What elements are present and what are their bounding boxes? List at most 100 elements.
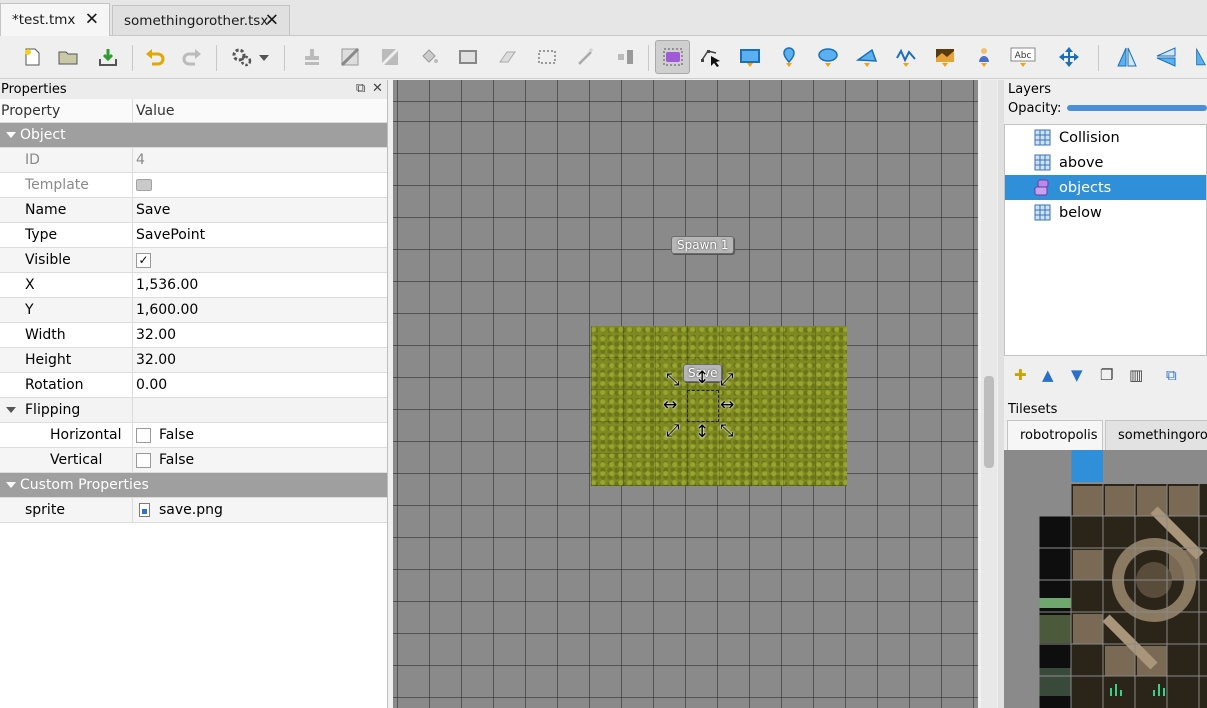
resize-handle-right-icon[interactable]: ↔ [720,397,734,414]
name-value[interactable]: Save [133,198,387,222]
delete-layer-icon[interactable]: ▥ [1129,366,1143,384]
raise-layer-icon[interactable]: ▲ [1042,366,1054,384]
layer-item-collision[interactable]: Collision [1005,125,1206,150]
layer-name: objects [1059,179,1112,196]
resize-handle-top-icon[interactable]: ↕ [695,370,709,387]
open-file-button[interactable] [52,41,84,73]
eraser-button[interactable] [491,41,523,73]
magic-wand-button[interactable] [570,41,602,73]
select-objects-button[interactable] [655,40,690,74]
visible-checkbox[interactable]: ✓ [136,252,151,268]
column-header-value[interactable]: Value [133,99,174,122]
insert-point-button[interactable] [773,41,805,73]
property-row-x[interactable]: X 1,536.00 [0,273,387,298]
tileset-tab-robotropolis[interactable]: robotropolis [1007,420,1103,450]
show-other-objects-icon[interactable]: ⧉ [1166,366,1177,384]
width-value[interactable]: 32.00 [133,323,387,347]
flip-vertical-button[interactable] [1150,41,1182,73]
opacity-slider[interactable] [1067,105,1207,111]
shape-fill-button[interactable] [452,41,484,73]
terrain-brush-button[interactable] [334,41,366,73]
property-row-horizontal[interactable]: Horizontal False [0,423,387,448]
resize-handle-bottom-right-icon[interactable]: ⤡ [720,423,734,440]
duplicate-layer-icon[interactable]: ❐ [1100,366,1113,384]
layer-item-above[interactable]: above [1005,150,1206,175]
resize-handle-left-icon[interactable]: ↔ [663,397,677,414]
rect-select-button[interactable] [531,41,563,73]
stamp-brush-button[interactable] [296,41,328,73]
sprite-value[interactable]: save.png [159,502,223,518]
horizontal-checkbox[interactable] [136,427,151,443]
column-header-property[interactable]: Property [0,99,133,122]
property-row-name[interactable]: Name Save [0,198,387,223]
property-row-id[interactable]: ID 4 [0,148,387,173]
collapse-arrow-icon[interactable] [6,407,16,413]
insert-polygon-button[interactable] [851,41,883,73]
close-icon[interactable]: ✕ [85,11,99,29]
resize-handle-bottom-icon[interactable]: ↕ [695,424,709,441]
lower-layer-icon[interactable]: ▼ [1071,366,1083,384]
save-button[interactable] [92,41,124,73]
canvas-vertical-scrollbar[interactable] [981,80,997,708]
edit-polygon-icon [701,50,720,67]
insert-polygon-icon [856,48,878,67]
object-layer-icon [1034,179,1049,196]
type-value[interactable]: SavePoint [133,223,387,247]
insert-ellipse-button[interactable] [812,41,844,73]
layer-item-objects[interactable]: objects [1005,175,1206,200]
insert-template-button[interactable] [968,41,1000,73]
collapse-arrow-icon[interactable] [6,482,16,488]
commands-dropdown[interactable] [253,41,275,73]
y-value[interactable]: 1,600.00 [133,298,387,322]
new-layer-icon[interactable]: ✚ [1014,366,1027,384]
property-row-template[interactable]: Template [0,173,387,198]
undo-button[interactable] [139,41,171,73]
undock-icon[interactable]: ⧉ [356,81,365,96]
property-row-rotation[interactable]: Rotation 0.00 [0,373,387,398]
spawn-object-label[interactable]: Spawn 1 [671,236,735,254]
rotate-button[interactable] [1188,41,1207,73]
group-flipping[interactable]: Flipping [0,398,387,423]
insert-rectangle-button[interactable] [734,41,766,73]
group-custom-properties[interactable]: Custom Properties [0,473,387,498]
tab-somethingorother-tsx[interactable]: somethingorother.tsx ✕ [112,5,290,35]
map-canvas[interactable]: Spawn 1 Save ⤡ ↕ ⤢ ↔ ↔ ⤢ ↕ ⤡ [393,80,978,708]
insert-tile-button[interactable] [929,41,961,73]
document-tab-bar: *test.tmx ✕ somethingorother.tsx ✕ [0,0,1207,36]
tab-test-tmx[interactable]: *test.tmx ✕ [0,3,110,36]
property-row-width[interactable]: Width 32.00 [0,323,387,348]
rotation-value[interactable]: 0.00 [133,373,387,397]
resize-handle-top-right-icon[interactable]: ⤢ [720,372,734,389]
property-row-sprite[interactable]: sprite save.png [0,498,387,523]
select-same-tile-button[interactable] [609,41,641,73]
collapse-arrow-icon[interactable] [6,132,16,138]
property-row-type[interactable]: Type SavePoint [0,223,387,248]
close-icon[interactable]: ✕ [372,81,383,96]
property-row-y[interactable]: Y 1,600.00 [0,298,387,323]
flip-horizontal-button[interactable] [1111,41,1143,73]
x-value[interactable]: 1,536.00 [133,273,387,297]
insert-polyline-button[interactable] [890,41,922,73]
move-tool-button[interactable] [1053,41,1085,73]
property-row-height[interactable]: Height 32.00 [0,348,387,373]
new-file-button[interactable] [16,41,48,73]
insert-text-button[interactable]: Abc [1006,41,1040,73]
edit-polygons-button[interactable] [694,41,726,73]
save-object[interactable] [687,390,719,422]
wang-brush-button[interactable] [374,41,406,73]
vertical-checkbox[interactable] [136,452,151,468]
redo-button[interactable] [176,41,208,73]
height-value[interactable]: 32.00 [133,348,387,372]
bucket-fill-button[interactable] [413,41,445,73]
terrain-icon [340,47,360,67]
tileset-view[interactable] [1004,450,1207,708]
tileset-tab-somethingorother[interactable]: somethingorother [1105,420,1207,450]
resize-handle-bottom-left-icon[interactable]: ⤢ [666,423,680,440]
scrollbar-thumb[interactable] [984,376,994,468]
group-object[interactable]: Object [0,123,387,148]
layer-item-below[interactable]: below [1005,200,1206,225]
property-row-vertical[interactable]: Vertical False [0,448,387,473]
close-icon[interactable]: ✕ [265,12,279,29]
property-row-visible[interactable]: Visible ✓ [0,248,387,273]
resize-handle-top-left-icon[interactable]: ⤡ [666,372,680,389]
